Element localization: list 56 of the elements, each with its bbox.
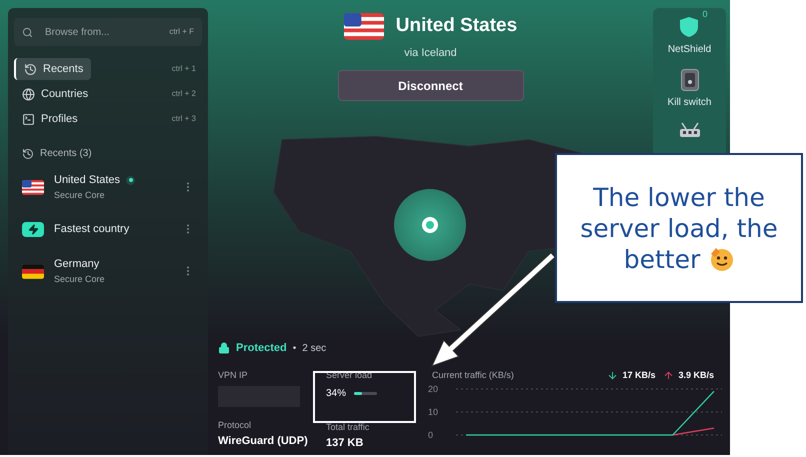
globe-icon — [22, 88, 35, 100]
stat-label: Current traffic (KB/s) — [432, 368, 514, 382]
netshield-count: 0 — [702, 8, 708, 21]
download-icon — [607, 370, 618, 381]
nav-tab[interactable]: Recents — [14, 58, 92, 80]
axis-tick-label: 10 — [428, 407, 438, 417]
shortcut-hint: ctrl + F — [169, 26, 194, 38]
disconnect-button[interactable]: Disconnect — [338, 70, 524, 101]
recent-subtitle: Secure Core — [54, 188, 106, 202]
via-label: via Iceland — [404, 46, 457, 60]
shortcut-hint: ctrl + 2 — [172, 88, 196, 100]
recent-item[interactable]: Fastest country — [14, 213, 202, 245]
feature-button[interactable]: Kill switch — [668, 95, 712, 110]
flag-icon — [344, 12, 384, 40]
stat-value: WireGuard (UDP) — [218, 434, 309, 448]
history-icon — [22, 148, 34, 160]
search-field[interactable]: Browse from... ctrl + F — [14, 18, 202, 46]
callout-text: The lower the server load, the better — [579, 182, 779, 274]
lightning-icon — [22, 222, 44, 236]
axis-tick-label: 0 — [428, 430, 434, 440]
connection-time: 2 sec — [302, 342, 326, 356]
shortcut-hint: ctrl + 3 — [172, 113, 196, 125]
recent-subtitle: Secure Core — [54, 272, 106, 286]
feature-button[interactable]: NetShield — [668, 42, 712, 57]
shield-icon — [679, 16, 700, 38]
search-placeholder: Browse from... — [45, 26, 110, 40]
router-icon — [678, 122, 700, 138]
recent-item[interactable]: Germany Secure Core — [14, 255, 202, 287]
switch-icon — [680, 69, 698, 91]
axis-tick-label: 20 — [428, 384, 438, 394]
terminal-icon — [22, 112, 35, 126]
stat-label: VPN IP — [218, 368, 249, 382]
smiley-face-icon — [708, 246, 734, 272]
flag-icon — [22, 180, 44, 194]
separator-dot: • — [292, 342, 296, 356]
section-heading: Recents (3) — [40, 147, 92, 161]
recent-name: Germany — [54, 257, 100, 272]
nav-tab[interactable]: Countries — [14, 83, 96, 105]
stat-value: 34% — [326, 387, 346, 401]
shortcut-hint: ctrl + 1 — [172, 63, 196, 75]
download-speed: 17 KB/s — [622, 368, 656, 382]
protection-status: Protected — [236, 341, 287, 356]
country-title: United States — [396, 14, 518, 38]
stat-label: Protocol — [218, 419, 252, 432]
upload-speed: 3.9 KB/s — [678, 368, 714, 382]
lock-icon — [218, 342, 230, 354]
nav-tab[interactable]: Profiles — [14, 108, 86, 130]
stat-label: Total traffic — [326, 421, 370, 434]
recent-item[interactable]: United States Secure Core — [14, 171, 202, 203]
flag-icon — [22, 264, 44, 278]
recent-name: Fastest country — [54, 222, 130, 237]
history-icon — [24, 62, 37, 76]
search-icon — [22, 26, 33, 38]
stat-value: 137 KB — [326, 436, 364, 450]
recent-name: United States — [54, 173, 120, 188]
upload-icon — [663, 370, 674, 381]
